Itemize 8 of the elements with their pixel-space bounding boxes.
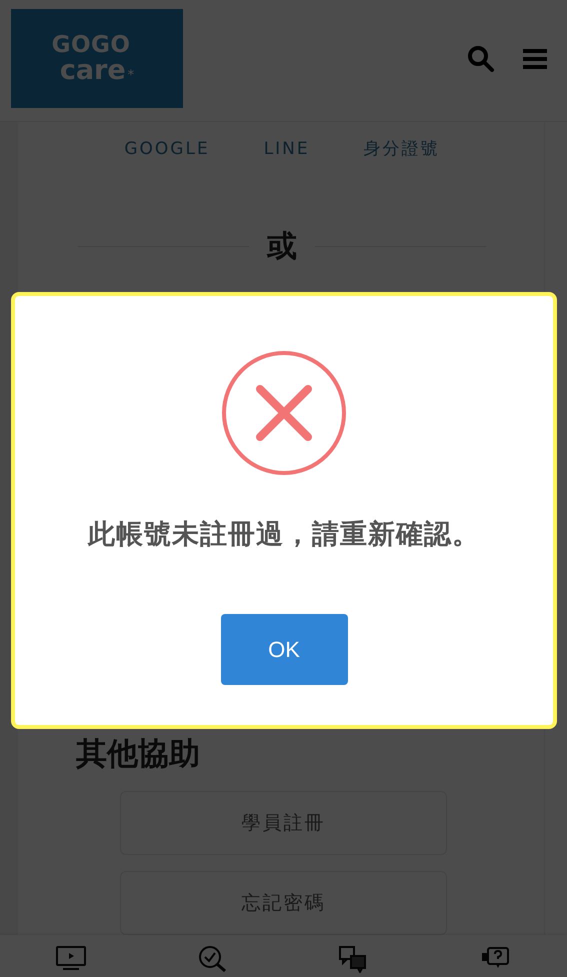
section-title: 其他協助 bbox=[76, 735, 201, 774]
login-tab[interactable]: LINE bbox=[264, 135, 310, 164]
login-tab[interactable]: 身分證號 bbox=[364, 135, 440, 164]
separator-text: 或 bbox=[267, 228, 297, 266]
login-tab[interactable]: GOOGLE bbox=[124, 135, 210, 164]
error-icon bbox=[221, 350, 347, 476]
ok-button[interactable]: OK bbox=[220, 614, 348, 685]
alert-message: 此帳號未註冊過，請重新確認。 bbox=[88, 518, 480, 552]
